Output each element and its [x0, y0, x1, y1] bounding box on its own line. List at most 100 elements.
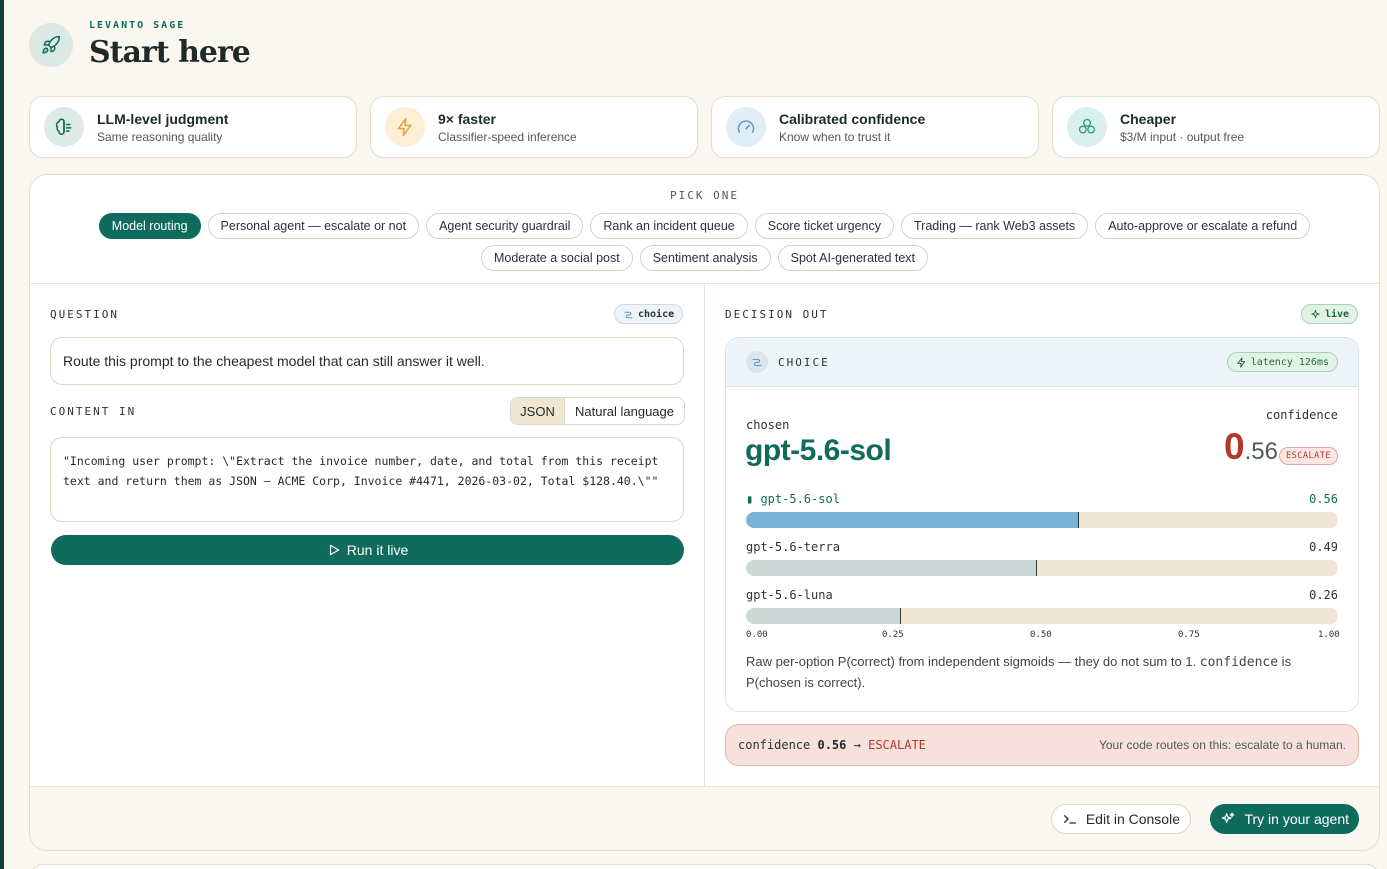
lightning-icon — [385, 107, 425, 147]
feature-card-speed: 9× faster Classifier-speed inference — [370, 96, 698, 158]
choice-tag-label: choice — [638, 308, 675, 320]
try-in-agent-label: Try in your agent — [1244, 811, 1349, 827]
chip-ticket-urgency[interactable]: Score ticket urgency — [754, 213, 894, 239]
sparkle-icon — [1222, 812, 1235, 823]
chip-moderate-post[interactable]: Moderate a social post — [480, 245, 633, 271]
chip-ai-text[interactable]: Spot AI-generated text — [777, 245, 929, 271]
feature-card-cost: Cheaper $3/M input · output free — [1052, 96, 1380, 158]
axis-tick-label: 0.00 — [746, 630, 768, 640]
arrow-icon: → — [853, 738, 861, 752]
option-bar-fill — [746, 560, 1037, 576]
pick-label: PICK ONE — [670, 189, 739, 202]
confidence-integer: 0 — [1224, 426, 1245, 467]
chip-incident-queue[interactable]: Rank an incident queue — [590, 213, 748, 239]
format-toggle: JSON Natural language — [510, 397, 685, 425]
chosen-model: gpt-5.6-sol — [745, 434, 892, 467]
lightning-icon — [1237, 356, 1245, 368]
question-input[interactable]: Route this prompt to the cheapest model … — [50, 337, 684, 385]
escalation-banner: confidence 0.56 → ESCALATE Your code rou… — [725, 724, 1359, 766]
live-tag-label: live — [1325, 308, 1350, 320]
brand-eyebrow: LEVANTO SAGE — [89, 20, 186, 31]
route-icon — [746, 351, 768, 373]
confidence-label: confidence — [1265, 408, 1338, 422]
escalation-summary: confidence 0.56 → ESCALATE — [738, 738, 926, 752]
format-natural-language-option[interactable]: Natural language — [565, 398, 684, 424]
chip-model-routing[interactable]: Model routing — [98, 213, 201, 239]
option-bar — [746, 608, 1338, 624]
feature-subtitle: Classifier-speed inference — [438, 129, 577, 144]
chip-trading-web3[interactable]: Trading — rank Web3 assets — [901, 213, 1089, 239]
decision-card-title: CHOICE — [778, 355, 830, 369]
terminal-icon — [1063, 815, 1076, 824]
feature-card-judgment: LLM-level judgment Same reasoning qualit… — [29, 96, 357, 158]
chip-sentiment[interactable]: Sentiment analysis — [639, 245, 771, 271]
probability-axis: 0.00 0.25 0.50 0.75 1.00 — [746, 630, 1340, 642]
play-icon — [329, 544, 340, 556]
brain-icon — [44, 107, 84, 147]
axis-tick-label: 0.25 — [882, 630, 904, 640]
demo-panel: PICK ONE Model routing Personal agent — … — [29, 174, 1380, 851]
confidence-value: 0 .56 — [1224, 426, 1278, 468]
page-title: Start here — [89, 35, 251, 70]
next-section-card — [29, 864, 1380, 869]
output-column: DECISION OUT live CHOICE latency 126ms c… — [705, 284, 1379, 786]
chip-security-guardrail[interactable]: Agent security guardrail — [426, 213, 584, 239]
latency-badge: latency 126ms — [1226, 352, 1338, 372]
format-json-option[interactable]: JSON — [511, 398, 565, 424]
sparkle-icon — [1311, 309, 1320, 318]
option-row: gpt-5.6-luna 0.26 — [746, 588, 1338, 624]
feature-title: LLM-level judgment — [97, 110, 229, 127]
decision-card-header: CHOICE latency 126ms — [726, 338, 1358, 387]
option-bar-tick — [1077, 512, 1079, 528]
option-bar — [746, 560, 1338, 576]
left-rail — [0, 0, 4, 869]
escalation-message: Your code routes on this: escalate to a … — [1098, 738, 1346, 752]
page-header: LEVANTO SAGE Start here — [29, 20, 251, 70]
feature-card-confidence: Calibrated confidence Know when to trust… — [711, 96, 1039, 158]
run-live-label: Run it live — [346, 542, 409, 558]
chip-refund[interactable]: Auto-approve or escalate a refund — [1095, 213, 1311, 239]
option-bar — [746, 512, 1338, 528]
feature-title: 9× faster — [438, 110, 496, 127]
choice-tag: choice — [614, 304, 684, 324]
escalation-value: 0.56 — [817, 738, 847, 752]
live-tag: live — [1301, 304, 1359, 324]
axis-tick-label: 0.75 — [1178, 630, 1200, 640]
option-value: 0.49 — [1309, 540, 1338, 554]
option-bar-fill — [746, 608, 900, 624]
feature-title: Calibrated confidence — [779, 110, 926, 127]
option-row: ▮ gpt-5.6-sol 0.56 — [746, 492, 1338, 528]
escalate-badge: ESCALATE — [1279, 447, 1338, 465]
panel-footer: Edit in Console Try in your agent — [30, 786, 1379, 850]
feature-subtitle: Same reasoning quality — [97, 129, 223, 144]
chosen-label: chosen — [746, 418, 790, 432]
route-icon — [624, 311, 633, 318]
note-code: confidence — [1199, 655, 1279, 670]
gauge-icon — [726, 107, 766, 147]
decision-label: DECISION OUT — [725, 308, 829, 321]
chip-personal-agent[interactable]: Personal agent — escalate or not — [207, 213, 420, 239]
coins-icon — [1067, 107, 1107, 147]
option-row: gpt-5.6-terra 0.49 — [746, 540, 1338, 576]
edit-in-console-button[interactable]: Edit in Console — [1050, 804, 1191, 834]
try-in-agent-button[interactable]: Try in your agent — [1210, 804, 1359, 834]
option-bar-fill — [746, 512, 1078, 528]
content-input[interactable]: "Incoming user prompt: \"Extract the inv… — [50, 437, 684, 522]
use-case-chips: Model routing Personal agent — escalate … — [85, 213, 1325, 271]
decision-note: Raw per-option P(correct) from independe… — [746, 652, 1346, 693]
content-label: CONTENT IN — [50, 405, 137, 418]
escalation-action: ESCALATE — [868, 738, 926, 752]
feature-title: Cheaper — [1120, 110, 1177, 127]
escalation-prefix: confidence — [738, 738, 811, 752]
run-live-button[interactable]: Run it live — [51, 535, 684, 565]
option-value: 0.56 — [1309, 492, 1338, 506]
input-column: QUESTION choice Route this prompt to the… — [30, 284, 705, 786]
axis-tick-label: 0.50 — [1030, 630, 1052, 640]
feature-subtitle: Know when to trust it — [779, 129, 891, 144]
axis-tick-label: 1.00 — [1318, 630, 1340, 640]
decision-card: CHOICE latency 126ms chosen gpt-5.6-sol … — [725, 337, 1359, 712]
note-text: Raw per-option P(correct) from independe… — [746, 654, 1200, 669]
option-bar-tick — [899, 608, 901, 624]
edit-in-console-label: Edit in Console — [1085, 811, 1180, 827]
option-bar-tick — [1036, 560, 1038, 576]
